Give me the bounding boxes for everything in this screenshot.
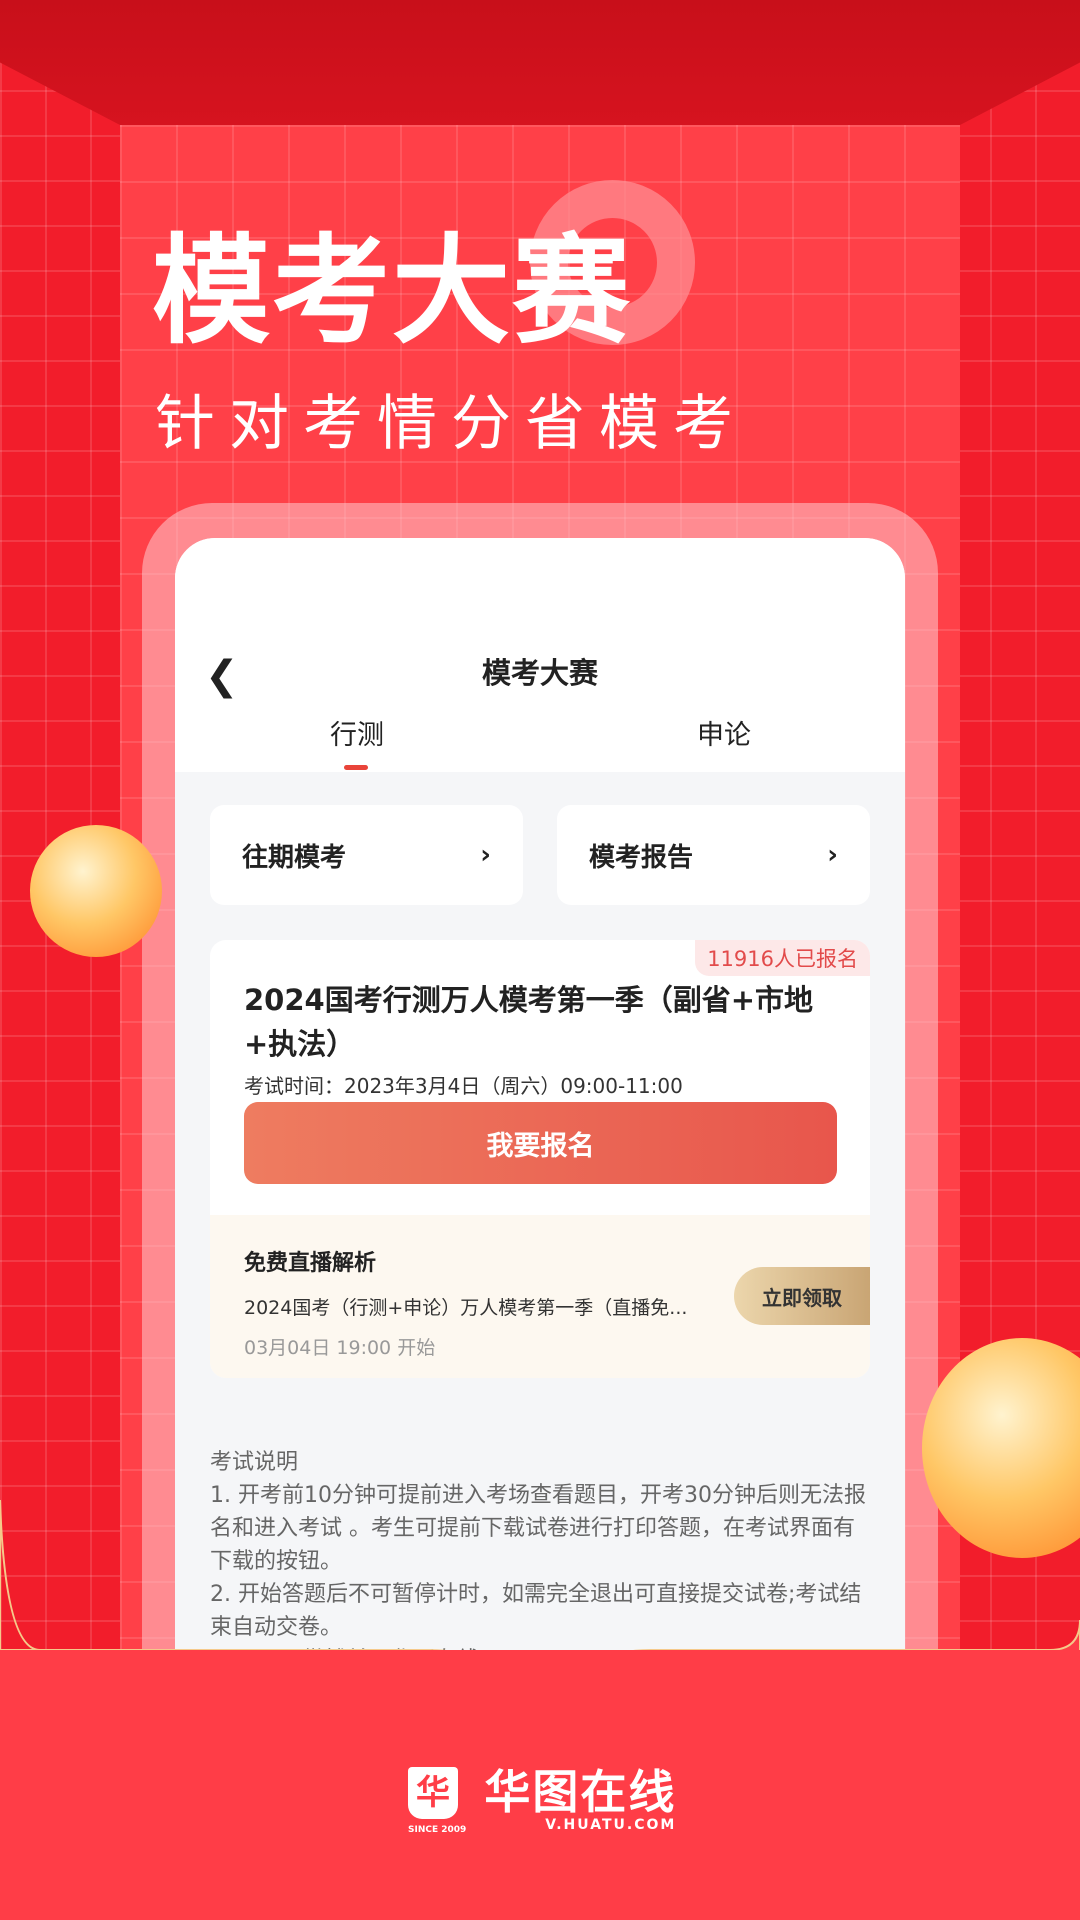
live-desc: 2024国考（行测+申论）万人模考第一季（直播免... (244, 1297, 688, 1319)
brand-since: SINCE 2009 (408, 1825, 467, 1835)
exam-time: 考试时间：2023年3月4日（周六）09:00-11:00 (244, 1074, 683, 1098)
chevron-right-icon: › (827, 840, 838, 870)
exam-report-button[interactable]: 模考报告 › (557, 805, 870, 905)
live-time: 03月04日 19:00 开始 (244, 1337, 436, 1359)
decorative-orb (30, 825, 162, 957)
promo-subtitle: 针对考情分省模考 (155, 389, 747, 459)
signup-button[interactable]: 我要报名 (244, 1102, 837, 1184)
notes-title: 考试说明 (210, 1450, 299, 1475)
live-section: 免费直播解析 2024国考（行测+申论）万人模考第一季（直播免... 03月04… (210, 1215, 870, 1378)
exam-report-label: 模考报告 (589, 842, 694, 873)
live-title: 免费直播解析 (244, 1251, 377, 1276)
brand-name: 华图在线 (484, 1765, 677, 1819)
exam-title: 2024国考行测万人模考第一季（副省+市地+执法） (244, 983, 814, 1061)
tab-xingce[interactable]: 行测 (330, 713, 384, 770)
past-exams-label: 往期模考 (242, 842, 347, 873)
claim-button[interactable]: 立即领取 (734, 1267, 870, 1325)
exam-card: 11916人已报名 2024国考行测万人模考第一季（副省+市地+执法） 考试时间… (210, 940, 870, 1378)
chevron-right-icon: › (480, 840, 491, 870)
brand-logo: 华 SINCE 2009 华图在线 V.HUATU.COM (408, 1767, 676, 1835)
top-bar: ❮ 模考大赛 行测 申论 (175, 538, 905, 772)
background-ceiling (0, 0, 1080, 125)
signup-count-badge: 11916人已报名 (695, 940, 870, 976)
past-exams-button[interactable]: 往期模考 › (210, 805, 523, 905)
page-title: 模考大赛 (481, 656, 598, 690)
brand-url: V.HUATU.COM (545, 1817, 677, 1833)
promo-headline: 模考大赛 (152, 221, 633, 360)
brand-shield-icon: 华 (408, 1767, 458, 1819)
tab-shenlun[interactable]: 申论 (697, 713, 751, 752)
